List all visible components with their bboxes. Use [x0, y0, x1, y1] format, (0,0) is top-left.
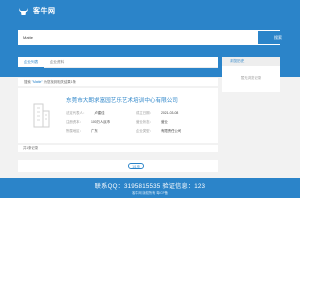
company-name-link[interactable]: 东莞市大朗求富园艺乐艺术培训中心有限公司 [66, 96, 178, 104]
region-label: 所属地区： [66, 129, 83, 133]
footer-copyright: 客牛网 版权所有 粤ICP备 [132, 191, 168, 195]
search-box: 搜索 [18, 30, 298, 45]
status-label: 营业状态： [136, 120, 153, 124]
founded-date-row: 成立日期： 2021-03-08 [136, 110, 178, 115]
site-logo[interactable]: 客牛网 [18, 6, 56, 16]
pagination: 1/1页 [18, 160, 218, 172]
notice-prefix: 搜索 [24, 80, 32, 84]
capital-label: 注册资本： [66, 120, 83, 124]
capital-row: 注册资本： 100万人民币 [66, 119, 110, 124]
founded-date-value: 2021-03-08 [160, 111, 179, 115]
search-notice: 搜索 "Matte" 为您找到相关结果1条 [18, 78, 218, 86]
legal-rep-value: 卢建佳 [94, 111, 105, 115]
company-type-value: 有限责任公司 [160, 129, 182, 133]
footer-contact: 联系QQ：3195815535 验证信息：123 [94, 183, 206, 190]
tab-company-list[interactable]: 企业列表 [18, 57, 44, 68]
company-result-card: 东莞市大朗求富园艺乐艺术培训中心有限公司 法定代表人： 卢建佳 成立日期： 2021… [18, 88, 218, 143]
notice-suffix: 为您找到相关结果1条 [42, 80, 76, 84]
tab-company-info[interactable]: 企业资料 [44, 57, 70, 68]
company-type-label: 企业类型： [136, 129, 153, 133]
history-title: 浏览历史 [222, 57, 280, 66]
notice-keyword: "Matte" [31, 80, 43, 84]
search-button[interactable]: 搜索 [258, 31, 298, 44]
capital-value: 100万人民币 [90, 120, 111, 124]
result-tabs: 企业列表 企业资料 [18, 57, 218, 68]
logo-text: 客牛网 [33, 8, 56, 15]
region-row: 所属地区： 广东 [66, 128, 98, 133]
bull-icon [19, 7, 28, 15]
legal-rep-label: 法定代表人： [66, 111, 87, 115]
region-value: 广东 [90, 129, 98, 133]
tab-5[interactable] [122, 57, 148, 68]
search-input[interactable] [18, 30, 240, 45]
status-row: 营业状态： 营业 [136, 119, 168, 124]
result-count: 共1条记录 [18, 145, 218, 152]
history-panel: 浏览历史 暂无浏览记录 [222, 57, 280, 92]
history-empty-text: 暂无浏览记录 [240, 76, 262, 80]
status-value: 营业 [160, 120, 168, 124]
company-type-row: 企业类型： 有限责任公司 [136, 128, 181, 133]
founded-date-label: 成立日期： [136, 111, 153, 115]
tab-3[interactable] [70, 57, 96, 68]
tab-4[interactable] [96, 57, 122, 68]
page-button[interactable]: 1/1页 [128, 163, 144, 169]
building-icon [33, 103, 50, 128]
page-footer: 联系QQ：3195815535 验证信息：123 客牛网 版权所有 粤ICP备 [0, 178, 300, 198]
legal-rep-row: 法定代表人： 卢建佳 [66, 110, 105, 115]
